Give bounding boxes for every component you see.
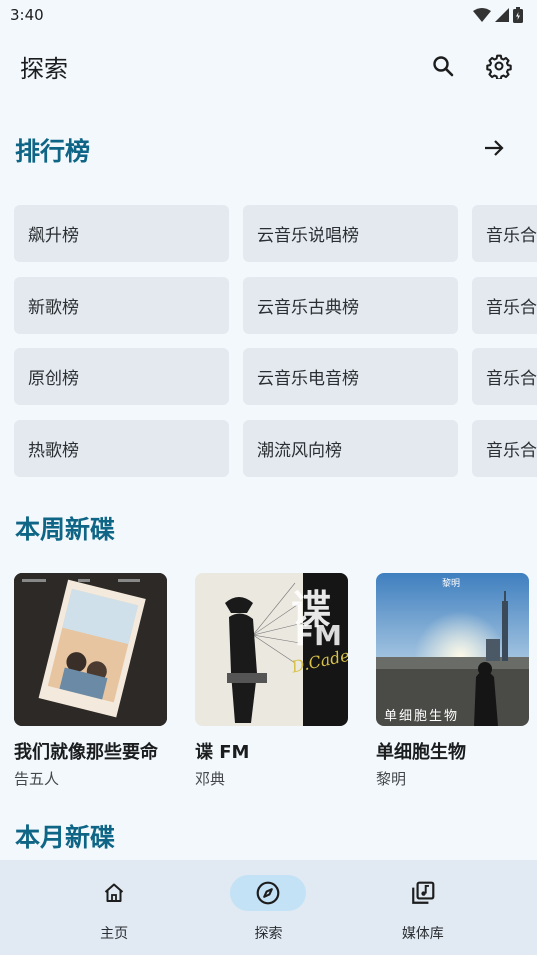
nav-home-label: 主页 <box>100 926 129 942</box>
page-title: 探索 <box>20 54 68 83</box>
status-bar: 3:40 <box>0 0 537 30</box>
chart-item[interactable]: 云音乐电音榜 <box>243 348 458 405</box>
wifi-icon <box>473 8 491 22</box>
chart-item[interactable]: 音乐合 <box>472 348 537 405</box>
album-title: 单细胞生物 <box>376 742 466 763</box>
cover-title-text: 单细胞生物 <box>384 709 460 724</box>
chart-row: 原创榜 云音乐电音榜 音乐合 <box>14 348 537 405</box>
nav-explore-pill <box>230 875 307 911</box>
album-cover <box>14 573 167 726</box>
nav-explore-label: 探索 <box>254 926 283 942</box>
chart-item[interactable]: 原创榜 <box>14 348 229 405</box>
search-button[interactable] <box>423 46 463 86</box>
chart-item[interactable]: 飙升榜 <box>14 205 229 262</box>
library-music-icon <box>411 881 435 904</box>
home-icon <box>104 883 124 902</box>
nav-home[interactable]: 主页 <box>64 860 164 955</box>
chart-grid: 飙升榜 云音乐说唱榜 音乐合 新歌榜 云音乐古典榜 音乐合 原创榜 云音乐电音榜… <box>14 205 537 479</box>
compass-icon <box>257 881 280 905</box>
search-icon <box>433 56 454 77</box>
chart-item[interactable]: 音乐合 <box>472 205 537 262</box>
nav-library-pill <box>385 875 461 911</box>
bottom-navigation: 主页 探索 媒体库 <box>0 860 537 955</box>
settings-button[interactable] <box>479 46 519 86</box>
nav-library-label: 媒体库 <box>401 926 444 942</box>
gear-icon <box>486 54 512 79</box>
weekly-section-title: 本周新碟 <box>15 515 116 544</box>
chart-row: 飙升榜 云音乐说唱榜 音乐合 <box>14 205 537 262</box>
chart-item[interactable]: 新歌榜 <box>14 276 229 334</box>
album-card[interactable]: 我们就像那些要命 告五人 <box>14 573 167 788</box>
nav-explore[interactable]: 探索 <box>218 860 318 955</box>
cover-fm-text: FM <box>295 619 342 652</box>
chart-item[interactable]: 潮流风向榜 <box>243 419 458 477</box>
album-cover: 黎明 单细胞生物 <box>376 573 529 726</box>
nav-library[interactable]: 媒体库 <box>373 860 473 955</box>
weekly-album-list: 我们就像那些要命 告五人 谍 FM D.Cadet 谍 FM 邓典 黎明 单细胞… <box>14 573 537 788</box>
signal-icon <box>495 8 509 22</box>
chart-item[interactable]: 音乐合 <box>472 419 537 477</box>
chart-row: 新歌榜 云音乐古典榜 音乐合 <box>14 276 537 334</box>
nav-home-pill <box>76 875 152 911</box>
chart-row: 热歌榜 潮流风向榜 音乐合 <box>14 419 537 477</box>
battery-icon <box>513 7 523 23</box>
album-card[interactable]: 黎明 单细胞生物 单细胞生物 黎明 <box>376 573 529 788</box>
chart-item[interactable]: 热歌榜 <box>14 419 229 477</box>
monthly-section-title: 本月新碟 <box>15 823 116 852</box>
album-card[interactable]: 谍 FM D.Cadet 谍 FM 邓典 <box>195 573 348 788</box>
album-title: 谍 FM <box>195 742 250 763</box>
charts-section-title: 排行榜 <box>15 137 91 166</box>
album-cover: 谍 FM D.Cadet <box>195 573 348 726</box>
chart-item[interactable]: 云音乐说唱榜 <box>243 205 458 262</box>
cover-artist-text: 黎明 <box>442 579 461 589</box>
album-title: 我们就像那些要命 <box>14 742 158 763</box>
status-time: 3:40 <box>10 6 44 24</box>
status-icons <box>473 7 523 23</box>
app-bar: 探索 <box>0 36 537 96</box>
chart-item[interactable]: 云音乐古典榜 <box>243 276 458 334</box>
album-artist: 黎明 <box>376 770 407 788</box>
chart-item[interactable]: 音乐合 <box>472 276 537 334</box>
arrow-right-icon <box>485 140 504 156</box>
album-artist: 告五人 <box>14 770 60 788</box>
album-artist: 邓典 <box>195 770 226 788</box>
charts-more-button[interactable] <box>478 132 510 164</box>
